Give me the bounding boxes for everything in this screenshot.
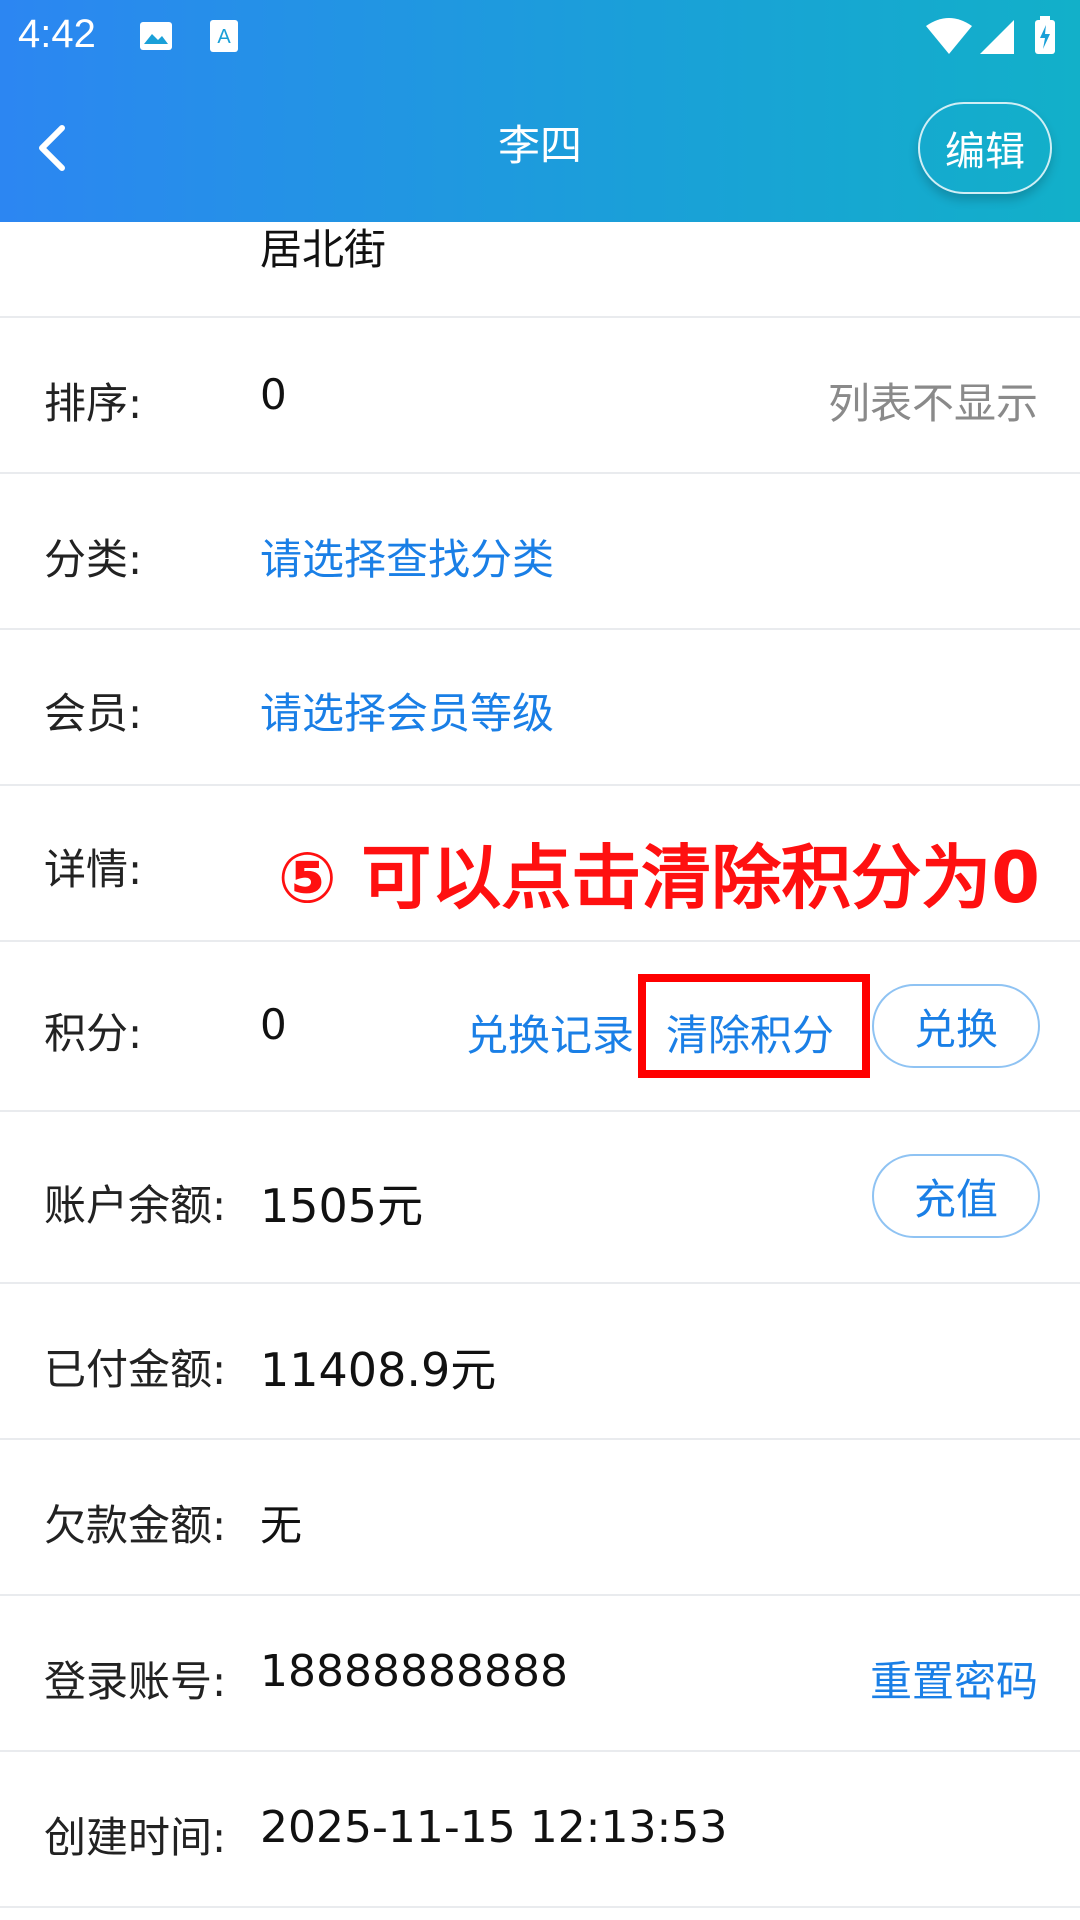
account-row: 登录账号: 18888888888 重置密码 <box>0 1596 1080 1752</box>
account-value: 18888888888 <box>260 1646 568 1697</box>
debt-label: 欠款金额: <box>44 1501 227 1550</box>
created-label: 创建时间: <box>44 1813 227 1862</box>
nav-bar: 李四 编辑 <box>0 74 1080 222</box>
sort-hint: 列表不显示 <box>827 379 1038 428</box>
wifi-icon <box>924 16 974 56</box>
debt-row: 欠款金额: 无 <box>0 1440 1080 1596</box>
reset-password-link[interactable]: 重置密码 <box>870 1648 1038 1709</box>
member-row[interactable]: 会员: 请选择会员等级 <box>0 630 1080 786</box>
category-label: 分类: <box>44 535 143 584</box>
detail-row[interactable]: 详情: ⑤ 可以点击清除积分为0 <box>0 786 1080 942</box>
member-level-select[interactable]: 请选择会员等级 <box>260 680 554 741</box>
created-value: 2025-11-15 12:13:53 <box>260 1802 728 1853</box>
status-time: 4:42 <box>18 12 96 56</box>
sort-row: 排序: 0 列表不显示 <box>0 318 1080 474</box>
member-label: 会员: <box>44 689 143 738</box>
category-row[interactable]: 分类: 请选择查找分类 <box>0 474 1080 630</box>
detail-page: 居北街 排序: 0 列表不显示 分类: 请选择查找分类 会员: 请选择会员等级 … <box>0 0 1080 1920</box>
points-value: 0 <box>260 1000 287 1049</box>
sort-value: 0 <box>260 370 287 419</box>
points-row: 积分: 0 兑换记录 清除积分 兑换 <box>0 942 1080 1112</box>
exchange-record-link[interactable]: 兑换记录 <box>466 1002 634 1063</box>
detail-label: 详情: <box>44 845 143 894</box>
balance-value: 1505元 <box>260 1179 424 1233</box>
balance-row: 账户余额: 1505元 充值 <box>0 1112 1080 1284</box>
image-icon <box>136 16 176 56</box>
recharge-button[interactable]: 充值 <box>872 1154 1040 1238</box>
paid-value: 11408.9元 <box>260 1343 497 1397</box>
annotation-text: ⑤ 可以点击清除积分为0 <box>277 837 1040 919</box>
highlight-box <box>638 974 870 1078</box>
edit-button[interactable]: 编辑 <box>918 102 1052 194</box>
category-select[interactable]: 请选择查找分类 <box>260 526 554 587</box>
battery-icon <box>1032 16 1058 56</box>
account-label: 登录账号: <box>44 1657 227 1706</box>
paid-label: 已付金额: <box>44 1345 227 1394</box>
debt-value: 无 <box>260 1501 303 1550</box>
font-icon: A <box>204 16 244 56</box>
signal-icon <box>978 16 1016 56</box>
sort-label: 排序: <box>44 379 143 428</box>
status-bar: 4:42 A <box>0 0 1080 74</box>
balance-label: 账户余额: <box>44 1181 227 1230</box>
address-value: 居北街 <box>260 225 387 274</box>
paid-row: 已付金额: 11408.9元 <box>0 1284 1080 1440</box>
points-label: 积分: <box>44 1009 143 1058</box>
app-header: 4:42 A 李四 编辑 <box>0 0 1080 222</box>
exchange-button[interactable]: 兑换 <box>872 984 1040 1068</box>
created-row: 创建时间: 2025-11-15 12:13:53 <box>0 1752 1080 1908</box>
svg-text:A: A <box>217 26 231 48</box>
